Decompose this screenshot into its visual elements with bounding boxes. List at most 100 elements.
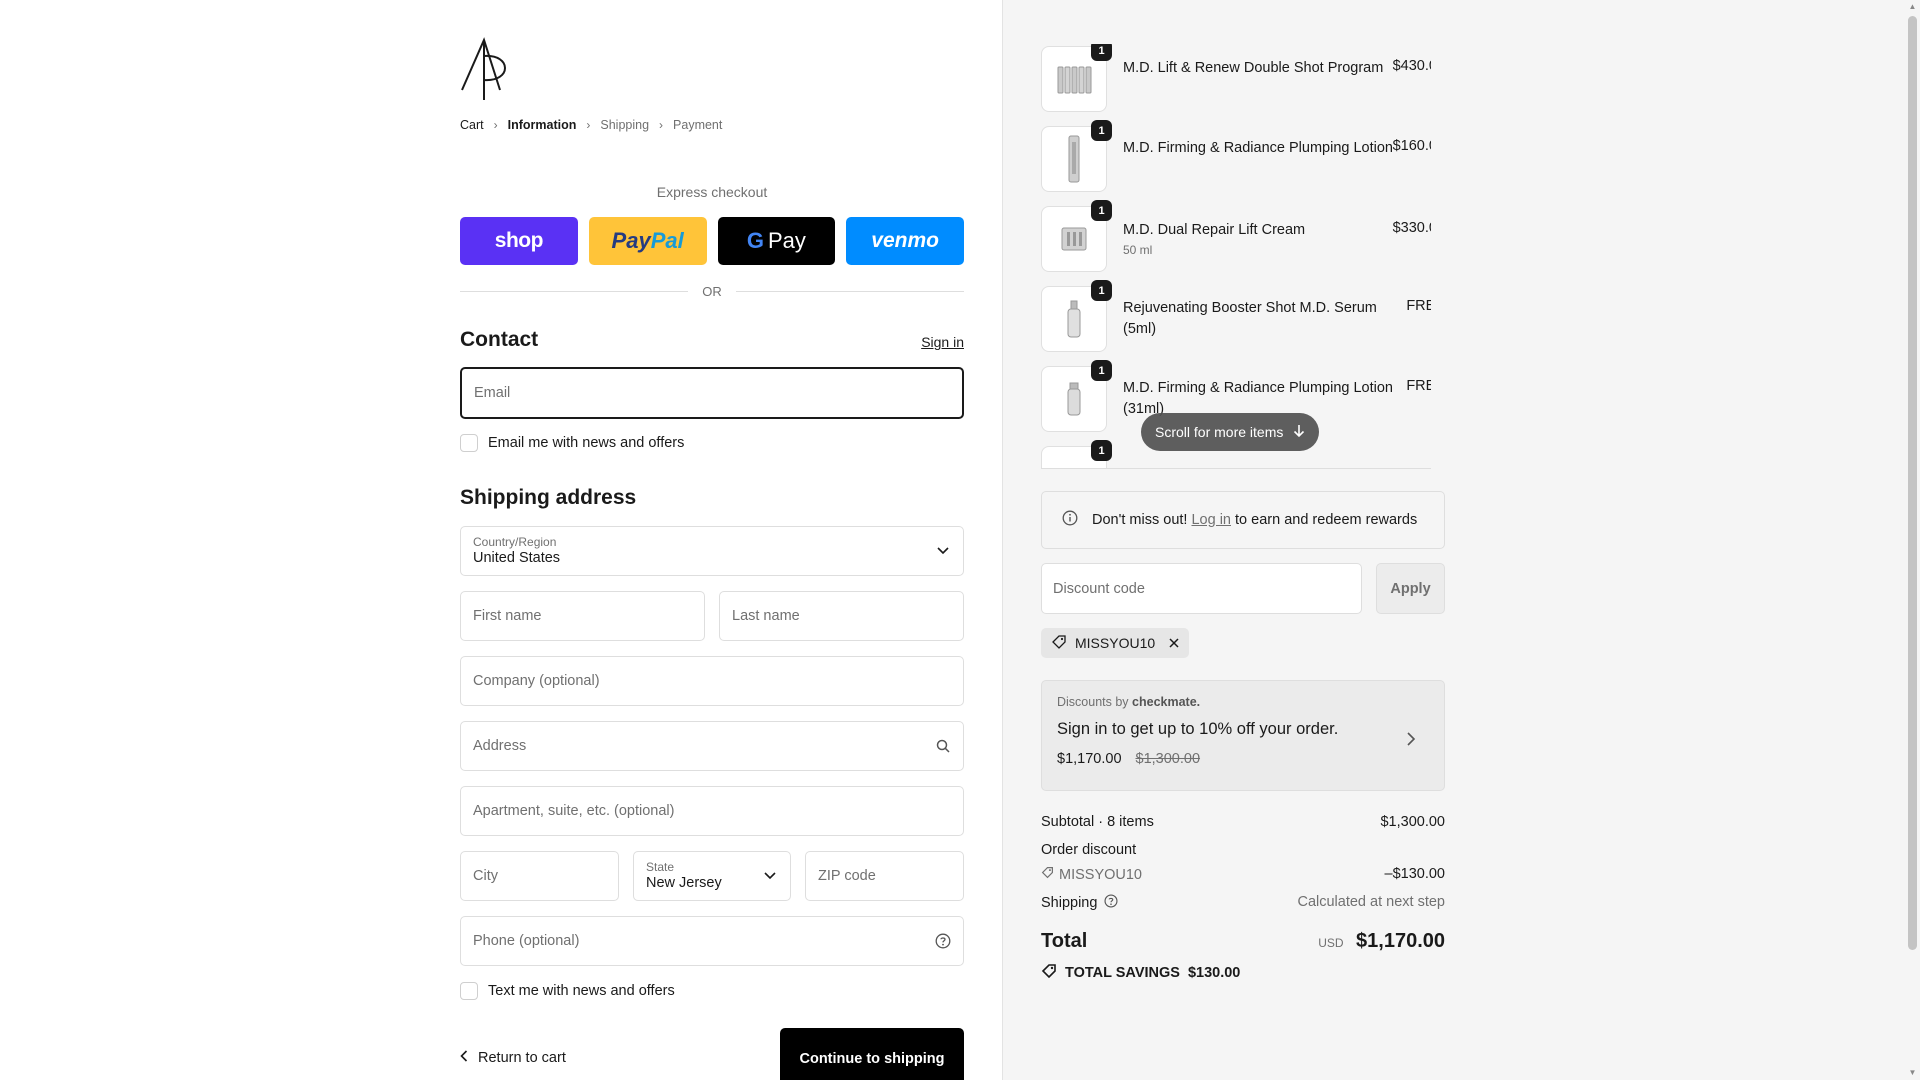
applied-discount-code: MISSYOU10 (1075, 635, 1156, 651)
product-image-icon (1057, 66, 1092, 94)
address-input[interactable] (461, 722, 963, 770)
country-value: United States (473, 550, 561, 566)
shop-pay-button[interactable]: shop (460, 217, 578, 265)
checkmate-old-price: $1,300.00 (1135, 751, 1201, 767)
shipping-label-group: Shipping (1041, 894, 1118, 912)
divider-line (460, 291, 689, 292)
quantity-badge: 1 (1091, 44, 1112, 61)
sign-in-link[interactable]: Sign in (921, 334, 964, 350)
apply-discount-button[interactable]: Apply (1376, 563, 1445, 614)
checkmate-message: Sign in to get up to 10% off your order. (1057, 720, 1339, 738)
currency-code: USD (1318, 936, 1344, 950)
scroll-down-arrow-icon[interactable]: ▼ (1908, 1068, 1917, 1077)
breadcrumb-cart[interactable]: Cart (460, 118, 484, 132)
cart-items-list[interactable]: 1 M.D. Lift & Renew Double Shot Program … (1041, 44, 1431, 469)
chevron-down-icon (935, 543, 951, 559)
subtotal-label: Subtotal · 8 items (1041, 814, 1154, 830)
return-to-cart-label: Return to cart (478, 1050, 566, 1066)
remove-discount-icon[interactable] (1169, 635, 1179, 651)
google-pay-label: Pay (767, 228, 806, 253)
return-to-cart-link[interactable]: Return to cart (460, 1050, 566, 1066)
item-price: $160.00 (1392, 138, 1431, 154)
checkmate-discount-card[interactable]: Discounts by checkmate. Sign in to get u… (1041, 680, 1445, 791)
paypal-label-pal: Pal (650, 228, 684, 253)
shipping-value: Calculated at next step (1297, 894, 1445, 910)
email-news-checkbox[interactable] (460, 434, 478, 452)
product-image-icon (1067, 300, 1081, 338)
breadcrumb-shipping: Shipping (600, 118, 650, 132)
shipping-address-heading: Shipping address (460, 486, 637, 509)
breadcrumb-payment: Payment (673, 118, 723, 132)
breadcrumb: Cart › Information › Shipping › Payment (460, 118, 722, 132)
zip-field[interactable] (805, 851, 964, 901)
chevron-down-icon (762, 868, 778, 884)
tag-icon (1041, 866, 1054, 883)
product-image-icon (1067, 382, 1081, 416)
first-name-input[interactable] (461, 592, 704, 640)
last-name-input[interactable] (720, 592, 963, 640)
apartment-input[interactable] (461, 787, 963, 835)
brand-logo[interactable] (460, 36, 514, 102)
text-news-checkbox[interactable] (460, 982, 478, 1000)
scroll-more-items-button[interactable]: Scroll for more items (1141, 413, 1320, 451)
phone-input[interactable] (461, 917, 963, 965)
checkmate-attribution: Discounts by checkmate. (1057, 695, 1429, 709)
arrow-down-icon (1293, 424, 1305, 441)
google-pay-button[interactable]: G Pay (717, 217, 836, 265)
state-value: New Jersey (646, 875, 722, 891)
quantity-badge: 1 (1091, 440, 1112, 461)
city-field[interactable] (460, 851, 619, 901)
rewards-text-after: to earn and redeem rewards (1235, 512, 1418, 528)
checkmate-new-price: $1,170.00 (1057, 751, 1122, 767)
address-field[interactable] (460, 721, 964, 771)
last-name-field[interactable] (719, 591, 964, 641)
apartment-field[interactable] (460, 786, 964, 836)
help-icon[interactable] (935, 933, 951, 949)
or-divider: OR (460, 284, 964, 299)
shop-pay-label: shop (494, 229, 544, 252)
chevron-left-icon (460, 1050, 468, 1066)
or-text: OR (702, 284, 722, 299)
checkmate-by-text: Discounts by (1057, 695, 1129, 709)
scrollbar-thumb[interactable] (1908, 16, 1917, 950)
email-news-option[interactable]: Email me with news and offers (460, 434, 684, 452)
discount-code-field[interactable] (1041, 563, 1362, 614)
paypal-button[interactable]: Pay Pal (588, 217, 707, 265)
rewards-text-before: Don't miss out! (1092, 512, 1188, 528)
company-field[interactable] (460, 656, 964, 706)
express-payment-buttons: shop Pay Pal G Pay venmo (460, 217, 964, 265)
page-scrollbar[interactable]: ▲ ▼ (1905, 0, 1920, 1080)
first-name-field[interactable] (460, 591, 705, 641)
scroll-up-arrow-icon[interactable]: ▲ (1908, 2, 1917, 11)
item-name: M.D. Dual Repair Lift Cream (1123, 222, 1306, 238)
email-news-label: Email me with news and offers (488, 435, 685, 451)
item-price: FREE (1406, 378, 1431, 394)
chevron-right-icon: › (659, 118, 664, 132)
company-input[interactable] (461, 657, 963, 705)
total-row: Total USD $1,170.00 (1041, 930, 1445, 953)
breadcrumb-information: Information (507, 118, 577, 132)
email-field[interactable] (460, 367, 964, 419)
paypal-label-pay: Pay (611, 228, 651, 253)
total-value: $1,170.00 (1356, 930, 1445, 952)
quantity-badge: 1 (1091, 120, 1112, 141)
discount-code-input[interactable] (1042, 564, 1361, 613)
phone-field[interactable] (460, 916, 964, 966)
continue-to-shipping-button[interactable]: Continue to shipping (780, 1028, 964, 1080)
zip-input[interactable] (806, 852, 963, 900)
rewards-text: Don't miss out! Log in to earn and redee… (1092, 512, 1417, 528)
info-icon (1062, 510, 1078, 530)
state-select[interactable]: State New Jersey (633, 851, 791, 901)
divider-line (735, 291, 964, 292)
item-price: FREE (1406, 298, 1431, 314)
help-icon[interactable] (1104, 894, 1118, 912)
item-variant: 50 ml (1123, 243, 1153, 257)
city-input[interactable] (461, 852, 618, 900)
venmo-button[interactable]: venmo (846, 217, 964, 265)
rewards-login-link[interactable]: Log in (1191, 512, 1231, 528)
email-input[interactable] (462, 369, 962, 417)
text-news-option[interactable]: Text me with news and offers (460, 982, 675, 1000)
subtotal-row: Subtotal · 8 items $1,300.00 (1041, 814, 1445, 830)
country-select[interactable]: Country/Region United States (460, 526, 964, 576)
venmo-label: venmo (871, 229, 939, 252)
